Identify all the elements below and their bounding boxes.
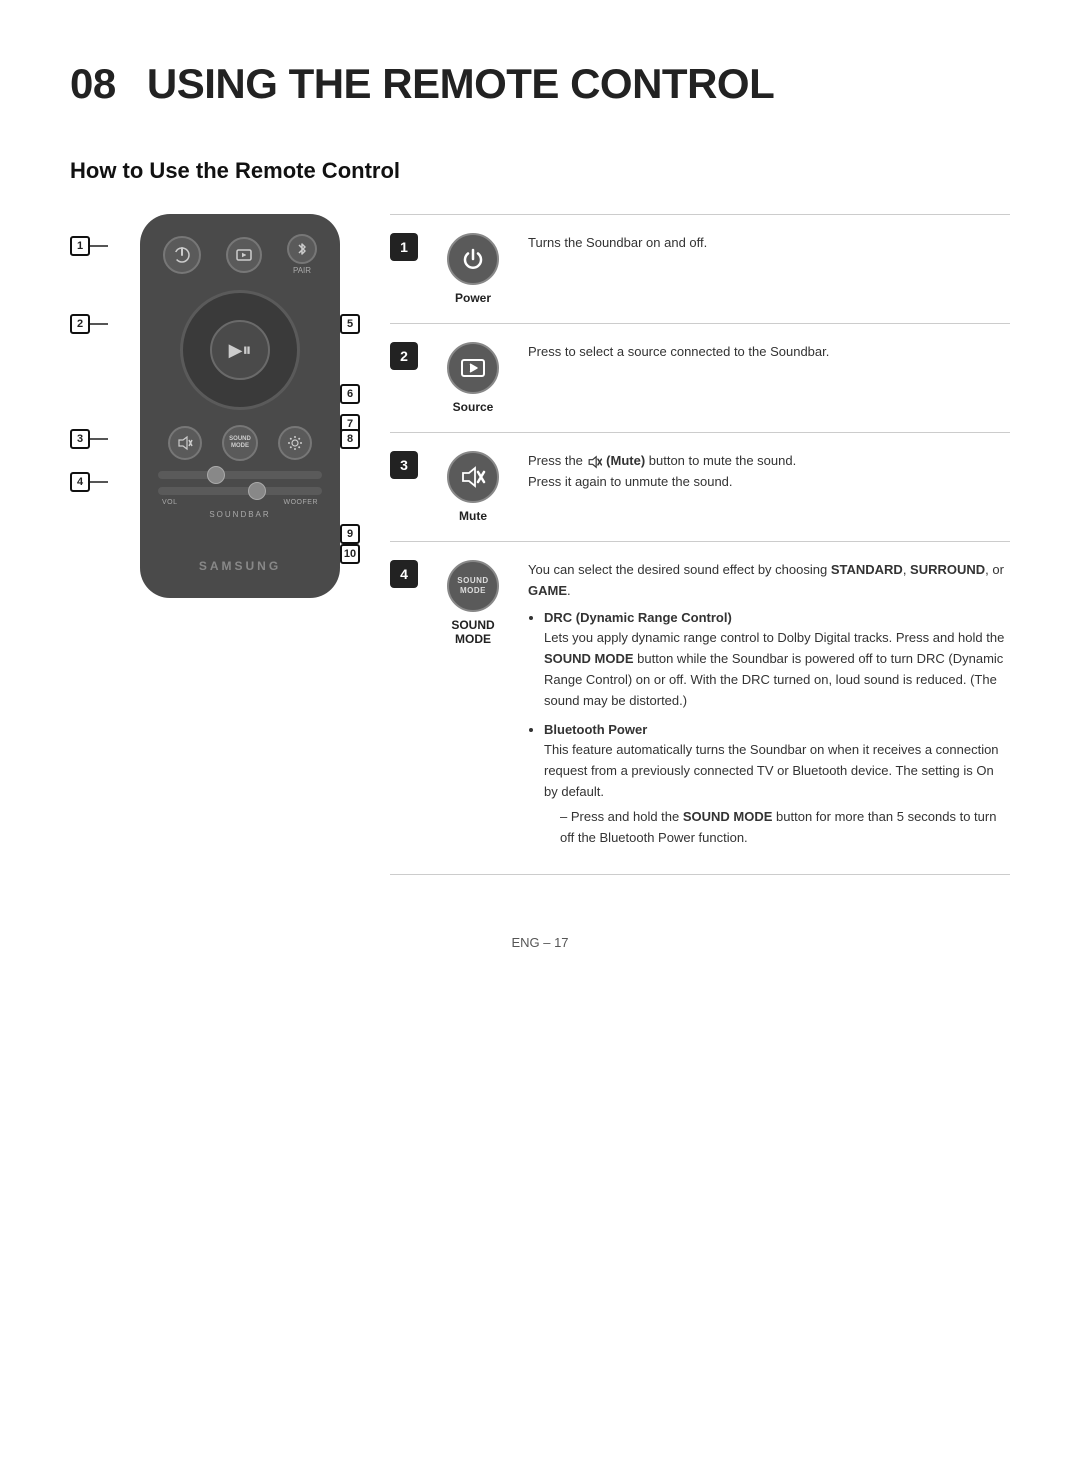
callout-1: 1 xyxy=(70,236,108,256)
volume-woofer-row: VOL WOOFER SOUNDBAR xyxy=(158,471,322,519)
row-desc-source: Press to select a source connected to th… xyxy=(528,342,1010,363)
samsung-logo: SAMSUNG xyxy=(199,559,281,573)
row-desc-sound-mode: You can select the desired sound effect … xyxy=(528,560,1010,856)
mute-icon-circle xyxy=(447,451,499,503)
remote-mid-row: SOUNDMODE xyxy=(158,425,322,461)
settings-button[interactable] xyxy=(278,426,312,460)
row-number-3: 3 xyxy=(390,451,418,479)
remote-top-row: PAIR xyxy=(158,234,322,275)
bluetooth-power-title: Bluetooth Power xyxy=(544,722,647,737)
page-footer: ENG – 17 xyxy=(70,935,1010,950)
woofer-slider[interactable] xyxy=(158,487,322,495)
source-icon-label: Source xyxy=(453,400,494,414)
source-button[interactable] xyxy=(226,237,262,273)
bluetooth-pair-label: PAIR xyxy=(293,266,311,275)
dpad-inner-playpause[interactable]: ▶⏸ xyxy=(210,320,270,380)
power-icon-label: Power xyxy=(455,291,491,305)
table-row-sound-mode: 4 SOUNDMODE SOUND MODE You can select th… xyxy=(390,541,1010,875)
table-row-mute: 3 Mute Press the xyxy=(390,432,1010,541)
dpad-outer[interactable]: ▶⏸ xyxy=(180,290,300,410)
power-icon-circle xyxy=(447,233,499,285)
page-title: 08 USING THE REMOTE CONTROL xyxy=(70,60,1010,108)
callout-line-1 xyxy=(90,245,108,247)
content-area: 1 2 3 4 5 6 7 xyxy=(70,214,1010,875)
callout-number-2: 2 xyxy=(70,314,90,334)
vol-label: VOL xyxy=(162,499,178,506)
callout-number-8: 8 xyxy=(340,429,360,449)
callout-number-5: 5 xyxy=(340,314,360,334)
callout-number-3: 3 xyxy=(70,429,90,449)
vol-slider[interactable] xyxy=(158,471,322,479)
drc-bullet: DRC (Dynamic Range Control) Lets you app… xyxy=(544,608,1010,712)
bluetooth-button[interactable]: PAIR xyxy=(287,234,317,275)
row-desc-mute: Press the (Mute) button to mute the soun… xyxy=(528,451,1010,493)
footer-text: ENG – 17 xyxy=(511,935,568,950)
drc-title: DRC (Dynamic Range Control) xyxy=(544,610,732,625)
sound-mode-icon-circle: SOUNDMODE xyxy=(447,560,499,612)
callout-number-10: 10 xyxy=(340,544,360,564)
table-row-source: 2 Source Press to select a source connec… xyxy=(390,323,1010,432)
bluetooth-power-bullet: Bluetooth Power This feature automatical… xyxy=(544,720,1010,849)
bluetooth-power-sub: Press and hold the SOUND MODE button for… xyxy=(544,807,1010,849)
row-desc-power: Turns the Soundbar on and off. xyxy=(528,233,1010,254)
button-descriptions-table: 1 Power Turns the Soundbar on and off. 2 xyxy=(390,214,1010,875)
remote-illustration: 1 2 3 4 5 6 7 xyxy=(70,214,360,598)
row-number-1: 1 xyxy=(390,233,418,261)
callout-2: 2 xyxy=(70,314,108,334)
callout-line-2 xyxy=(90,323,108,325)
row-number-2: 2 xyxy=(390,342,418,370)
callout-line-4 xyxy=(90,481,108,483)
soundbar-label: SOUNDBAR xyxy=(158,510,322,519)
table-row-power: 1 Power Turns the Soundbar on and off. xyxy=(390,214,1010,323)
playpause-icon: ▶⏸ xyxy=(229,340,252,361)
woofer-label: WOOFER xyxy=(284,499,319,506)
sound-mode-bullets: DRC (Dynamic Range Control) Lets you app… xyxy=(528,608,1010,849)
row-icon-sound-mode: SOUNDMODE SOUND MODE xyxy=(438,560,508,646)
sound-mode-icon-small: SOUNDMODE xyxy=(222,425,258,461)
callout-3: 3 xyxy=(70,429,108,449)
callout-line-3 xyxy=(90,438,108,440)
dpad: ▶⏸ xyxy=(180,290,300,410)
power-button[interactable] xyxy=(163,236,201,274)
callout-number-4: 4 xyxy=(70,472,90,492)
callout-4: 4 xyxy=(70,472,108,492)
mute-bold-label: (Mute) xyxy=(606,453,645,468)
section-title: How to Use the Remote Control xyxy=(70,158,1010,184)
row-number-4: 4 xyxy=(390,560,418,588)
vol-woofer-labels: VOL WOOFER xyxy=(158,499,322,506)
callout-number-6: 6 xyxy=(340,384,360,404)
source-icon-circle xyxy=(447,342,499,394)
chapter-number: 08 xyxy=(70,60,116,107)
row-icon-source: Source xyxy=(438,342,508,414)
sound-mode-icon-label: SOUND MODE xyxy=(438,618,508,646)
row-icon-power: Power xyxy=(438,233,508,305)
remote-body: PAIR ▶⏸ xyxy=(140,214,340,598)
bluetooth-power-sub-item: Press and hold the SOUND MODE button for… xyxy=(560,807,1010,849)
row-icon-mute: Mute xyxy=(438,451,508,523)
mute-icon-label: Mute xyxy=(459,509,487,523)
sound-mode-intro: You can select the desired sound effect … xyxy=(528,560,1010,602)
title-text: USING THE REMOTE CONTROL xyxy=(147,60,774,107)
callout-number-1: 1 xyxy=(70,236,90,256)
sound-mode-button-mid[interactable]: SOUNDMODE xyxy=(222,425,258,461)
mute-button[interactable] xyxy=(168,426,202,460)
callout-number-9: 9 xyxy=(340,524,360,544)
